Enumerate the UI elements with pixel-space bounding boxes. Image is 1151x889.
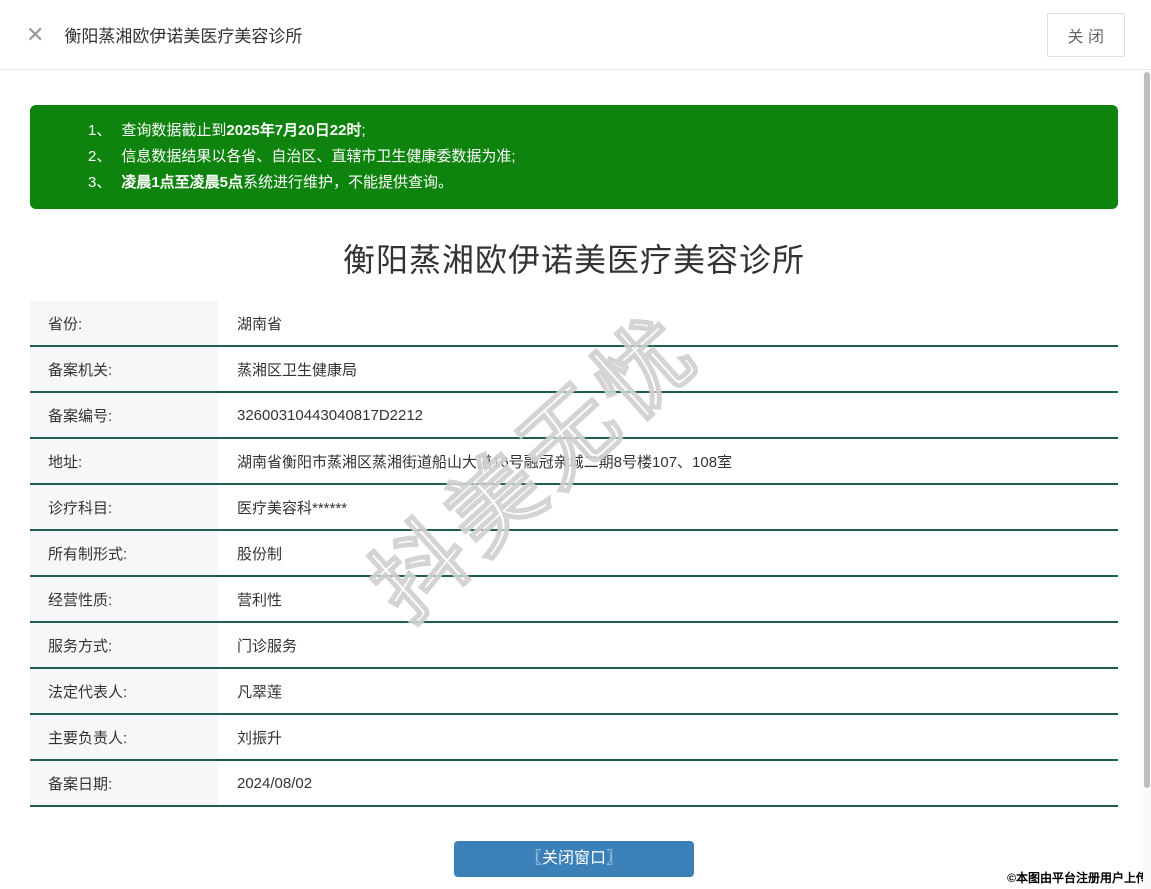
row-label: 经营性质:: [30, 577, 218, 621]
table-row: 备案编号:32600310443040817D2212: [30, 393, 1118, 439]
button-row: 〖关闭窗口〗: [30, 841, 1118, 877]
row-value: 蒸湘区卫生健康局: [218, 347, 1118, 391]
row-value: 凡翠莲: [218, 669, 1118, 713]
header-title: 衡阳蒸湘欧伊诺美医疗美容诊所: [64, 22, 302, 47]
header-bar: ✕ 衡阳蒸湘欧伊诺美医疗美容诊所 关 闭: [0, 0, 1151, 70]
table-row: 主要负责人:刘振升: [30, 715, 1118, 761]
row-label: 服务方式:: [30, 623, 218, 667]
notice-num: 2、: [88, 148, 111, 165]
notice-bold: 凌晨1点至凌晨5点: [121, 174, 243, 191]
close-window-button[interactable]: 〖关闭窗口〗: [454, 841, 694, 877]
notice-text: 系统进行维护，不能提供查询。: [243, 174, 453, 191]
row-label: 诊疗科目:: [30, 485, 218, 529]
row-value: 32600310443040817D2212: [218, 393, 1118, 437]
table-row: 备案机关:蒸湘区卫生健康局: [30, 347, 1118, 393]
row-value: 刘振升: [218, 715, 1118, 759]
notice-line-1: 1、查询数据截止到2025年7月20日22时;: [88, 118, 1098, 144]
table-row: 备案日期:2024/08/02: [30, 761, 1118, 807]
row-value: 医疗美容科******: [218, 485, 1118, 529]
row-label: 主要负责人:: [30, 715, 218, 759]
row-label: 地址:: [30, 439, 218, 483]
row-label: 备案编号:: [30, 393, 218, 437]
scrollbar-thumb[interactable]: [1144, 72, 1150, 788]
close-x-icon[interactable]: ✕: [26, 24, 44, 46]
info-table: 省份:湖南省备案机关:蒸湘区卫生健康局备案编号:3260031044304081…: [30, 301, 1118, 807]
clinic-title: 衡阳蒸湘欧伊诺美医疗美容诊所: [30, 235, 1118, 281]
table-row: 所有制形式:股份制: [30, 531, 1118, 577]
notice-box: 1、查询数据截止到2025年7月20日22时; 2、信息数据结果以各省、自治区、…: [30, 105, 1118, 209]
header-close-button[interactable]: 关 闭: [1047, 13, 1125, 57]
row-label: 省份:: [30, 301, 218, 345]
row-value: 营利性: [218, 577, 1118, 621]
notice-num: 1、: [88, 122, 111, 139]
notice-line-2: 2、信息数据结果以各省、自治区、直辖市卫生健康委数据为准;: [88, 144, 1098, 170]
row-value: 股份制: [218, 531, 1118, 575]
row-value: 门诊服务: [218, 623, 1118, 667]
table-row: 法定代表人:凡翠莲: [30, 669, 1118, 715]
notice-text: 查询数据截止到: [121, 122, 226, 139]
query-result-page: ✕ 衡阳蒸湘欧伊诺美医疗美容诊所 关 闭 1、查询数据截止到2025年7月20日…: [0, 0, 1151, 889]
notice-text: 信息数据结果以各省、自治区、直辖市卫生健康委数据为准;: [121, 148, 515, 165]
attribution-text: ©本图由平台注册用户上传: [1007, 869, 1148, 886]
notice-line-3: 3、凌晨1点至凌晨5点系统进行维护，不能提供查询。: [88, 170, 1098, 196]
table-row: 经营性质:营利性: [30, 577, 1118, 623]
scrollbar-track[interactable]: [1143, 71, 1151, 889]
row-value: 湖南省: [218, 301, 1118, 345]
table-row: 省份:湖南省: [30, 301, 1118, 347]
table-row: 服务方式:门诊服务: [30, 623, 1118, 669]
row-label: 备案日期:: [30, 761, 218, 805]
row-label: 所有制形式:: [30, 531, 218, 575]
table-row: 诊疗科目:医疗美容科******: [30, 485, 1118, 531]
notice-num: 3、: [88, 174, 111, 191]
row-value: 湖南省衡阳市蒸湘区蒸湘街道船山大道16号融冠亲城二期8号楼107、108室: [218, 439, 1118, 483]
content-area: 1、查询数据截止到2025年7月20日22时; 2、信息数据结果以各省、自治区、…: [0, 70, 1143, 889]
notice-bold: 2025年7月20日22时: [226, 122, 361, 139]
row-value: 2024/08/02: [218, 761, 1118, 805]
row-label: 备案机关:: [30, 347, 218, 391]
table-row: 地址:湖南省衡阳市蒸湘区蒸湘街道船山大道16号融冠亲城二期8号楼107、108室: [30, 439, 1118, 485]
notice-tail: ;: [361, 122, 365, 139]
row-label: 法定代表人:: [30, 669, 218, 713]
